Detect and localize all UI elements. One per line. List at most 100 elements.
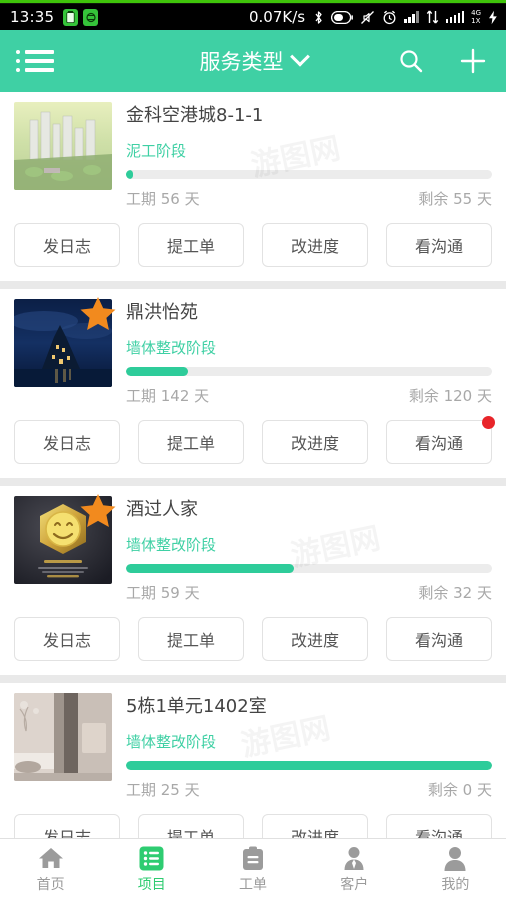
project-list[interactable]: 游图网 游图网 游图网 金科空港城8-1-1 泥工阶段	[0, 92, 506, 838]
network-type-label: 4G 1X	[471, 9, 481, 25]
edit-progress-button[interactable]: 改进度	[262, 814, 368, 838]
home-icon	[38, 845, 64, 871]
post-log-button[interactable]: 发日志	[14, 223, 120, 267]
nav-item-projects[interactable]: 项目	[101, 845, 202, 894]
search-button[interactable]	[394, 44, 428, 78]
project-remaining: 剩余 55 天	[418, 190, 492, 208]
list-icon	[139, 845, 164, 871]
network-speed-text: 0.07K/s	[249, 8, 306, 26]
project-summary: 5栋1单元1402室 墙体整改阶段 工期 25 天 剩余 0 天	[14, 693, 492, 800]
status-bar: 13:35 0.07K/s 4G 1X	[0, 4, 506, 30]
view-chat-button[interactable]: 看沟通	[386, 416, 495, 464]
project-duration: 工期 25 天	[126, 781, 200, 799]
unread-badge	[482, 416, 495, 429]
project-thumbnail-wrap[interactable]	[14, 693, 112, 781]
mute-icon	[361, 10, 375, 24]
project-stage: 墙体整改阶段	[126, 339, 217, 357]
progress-bar	[126, 564, 492, 573]
post-log-button[interactable]: 发日志	[14, 420, 120, 464]
customer-icon	[342, 845, 366, 871]
view-chat-button[interactable]: 看沟通	[386, 223, 492, 267]
nav-label-workorders: 工单	[239, 877, 267, 893]
submit-work-order-button[interactable]: 提工单	[138, 617, 244, 661]
progress-bar	[126, 170, 492, 179]
edit-progress-button[interactable]: 改进度	[262, 223, 368, 267]
nav-item-workorders[interactable]: 工单	[202, 845, 303, 894]
project-thumbnail-wrap[interactable]	[14, 102, 112, 190]
post-log-button[interactable]: 发日志	[14, 814, 120, 838]
nav-item-home[interactable]: 首页	[0, 845, 101, 894]
network-type-text: 4G	[471, 9, 481, 17]
view-chat-button[interactable]: 看沟通	[386, 814, 492, 838]
project-summary: 酒过人家 墙体整改阶段 工期 59 天 剩余 32 天	[14, 494, 492, 603]
network-sub-text: 1X	[471, 17, 481, 25]
progress-bar	[126, 367, 492, 376]
green-indicator-line	[0, 0, 506, 3]
view-chat-button[interactable]: 看沟通	[386, 617, 492, 661]
battery-app-icon	[63, 8, 79, 26]
project-details: 酒过人家 墙体整改阶段 工期 59 天 剩余 32 天	[126, 496, 492, 603]
project-remaining: 剩余 120 天	[408, 387, 492, 405]
project-summary: 金科空港城8-1-1 泥工阶段 工期 56 天 剩余 55 天	[14, 102, 492, 209]
project-meta: 工期 142 天 剩余 120 天	[126, 385, 492, 406]
project-thumbnail-wrap[interactable]	[14, 494, 116, 584]
project-stage: 墙体整改阶段	[126, 733, 217, 751]
project-details: 5栋1单元1402室 墙体整改阶段 工期 25 天 剩余 0 天	[126, 693, 492, 800]
project-meta: 工期 56 天 剩余 55 天	[126, 188, 492, 209]
bluetooth-icon	[315, 10, 322, 24]
project-meta: 工期 59 天 剩余 32 天	[126, 582, 492, 603]
project-card[interactable]: 鼎洪怡苑 墙体整改阶段 工期 142 天 剩余 120 天 发日志 提工单 改进度看…	[0, 289, 506, 478]
app-screen: 13:35 0.07K/s 4G 1X 服务类型 金科空港城8-1-1 泥工阶段…	[0, 0, 506, 900]
project-meta: 工期 25 天 剩余 0 天	[126, 779, 492, 800]
nav-label-profile: 我的	[441, 877, 470, 893]
interior-room-photo-thumb	[14, 693, 112, 781]
data-transfer-icon	[426, 10, 438, 24]
project-details: 金科空港城8-1-1 泥工阶段 工期 56 天 剩余 55 天	[126, 102, 492, 209]
nav-label-home: 首页	[36, 877, 65, 893]
signal-icon	[404, 11, 419, 23]
project-actions: 发日志 提工单 改进度 看沟通	[14, 800, 492, 838]
project-thumbnail-wrap[interactable]	[14, 297, 116, 387]
edit-progress-button[interactable]: 改进度	[262, 617, 368, 661]
project-name: 鼎洪怡苑	[126, 302, 198, 323]
project-card[interactable]: 金科空港城8-1-1 泥工阶段 工期 56 天 剩余 55 天 发日志 提工单 改进…	[0, 92, 506, 281]
status-bar-system-icons: 0.07K/s 4G 1X	[249, 8, 500, 26]
edit-progress-button[interactable]: 改进度	[262, 420, 368, 464]
progress-bar-fill	[126, 170, 134, 179]
project-remaining: 剩余 32 天	[418, 584, 492, 602]
project-remaining: 剩余 0 天	[427, 781, 492, 799]
search-icon	[400, 50, 423, 73]
status-bar-clock: 13:35	[10, 8, 55, 26]
star-badge	[78, 294, 118, 334]
list-menu-icon[interactable]	[16, 46, 54, 76]
progress-bar-fill	[126, 761, 492, 770]
plus-icon	[460, 48, 486, 74]
nav-item-customers[interactable]: 客户	[304, 845, 405, 894]
nav-label-customers: 客户	[340, 877, 369, 893]
submit-work-order-button[interactable]: 提工单	[138, 223, 244, 267]
nav-item-profile[interactable]: 我的	[405, 845, 506, 894]
project-card[interactable]: 5栋1单元1402室 墙体整改阶段 工期 25 天 剩余 0 天 发日志 提工单改…	[0, 683, 506, 838]
post-log-button[interactable]: 发日志	[14, 617, 120, 661]
antivirus-app-icon	[83, 8, 99, 26]
star-badge-icon	[80, 297, 116, 330]
header-actions	[394, 44, 490, 78]
submit-work-order-button[interactable]: 提工单	[138, 814, 244, 838]
project-actions: 发日志 提工单 改进度 看沟通	[14, 406, 495, 478]
status-bar-notification-icons	[63, 8, 99, 26]
submit-work-order-button[interactable]: 提工单	[138, 420, 244, 464]
project-actions: 发日志 提工单 改进度 看沟通	[14, 209, 492, 281]
progress-bar	[126, 761, 492, 770]
project-details: 鼎洪怡苑 墙体整改阶段 工期 142 天 剩余 120 天	[126, 299, 492, 406]
progress-bar-fill	[126, 564, 295, 573]
project-card[interactable]: 酒过人家 墙体整改阶段 工期 59 天 剩余 32 天 发日志 提工单 改进度 看沟通	[0, 486, 506, 675]
clipboard-icon	[242, 845, 264, 871]
project-summary: 鼎洪怡苑 墙体整改阶段 工期 142 天 剩余 120 天	[14, 297, 492, 406]
city-aerial-render-thumb	[14, 102, 112, 190]
project-actions: 发日志 提工单 改进度 看沟通	[14, 603, 492, 675]
service-type-dropdown[interactable]	[168, 39, 338, 83]
add-button[interactable]	[456, 44, 490, 78]
alarm-icon	[383, 10, 396, 24]
project-name: 5栋1单元1402室	[126, 696, 267, 717]
battery-icon	[331, 10, 354, 24]
